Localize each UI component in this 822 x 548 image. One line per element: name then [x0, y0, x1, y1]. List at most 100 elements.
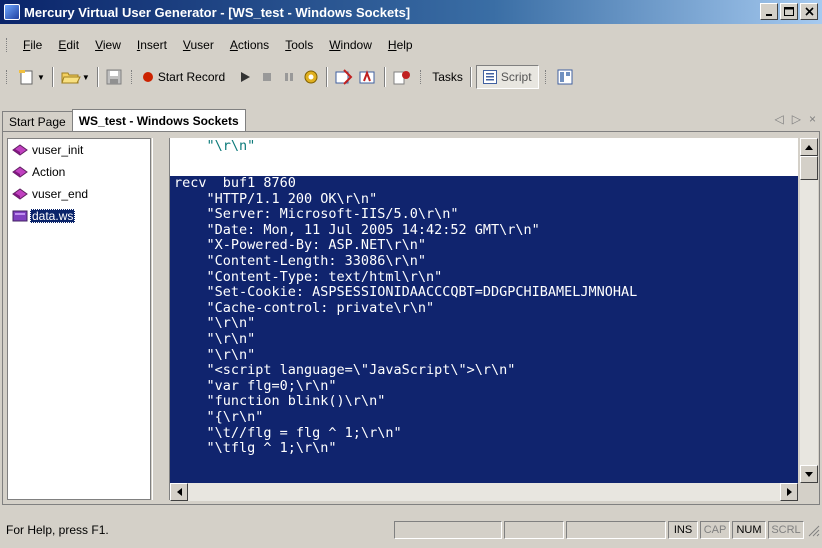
- tab-next-icon[interactable]: ▷: [792, 112, 801, 126]
- code-line: "var flg=0;\r\n": [174, 377, 337, 394]
- code-line: "Date: Mon, 11 Jul 2005 14:42:52 GMT\r\n…: [174, 221, 540, 238]
- toolbar-separator: [469, 67, 472, 87]
- help-button[interactable]: [390, 65, 414, 89]
- play-icon: [241, 72, 251, 82]
- menu-file[interactable]: File: [15, 35, 50, 55]
- menu-window[interactable]: Window: [321, 35, 380, 55]
- data-file-icon: [12, 210, 28, 222]
- code-line: "Content-Length: 33086\r\n": [174, 252, 426, 269]
- status-help-text: For Help, press F1.: [6, 523, 109, 537]
- code-line: "Set-Cookie: ASPSESSIONIDAACCCQBT=DDGPCH…: [174, 284, 638, 301]
- tab-prev-icon[interactable]: ◁: [775, 112, 784, 126]
- code-line: "\t//flg = flg ^ 1;\r\n": [174, 424, 402, 441]
- run-step-button[interactable]: [332, 65, 356, 89]
- arrow-up-icon: [805, 144, 813, 150]
- resize-grip-icon[interactable]: [806, 523, 820, 537]
- tasks-label: Tasks: [432, 70, 463, 84]
- code-line: "\r\n": [174, 330, 256, 347]
- minimize-icon: [766, 13, 772, 16]
- code-line: "\tflg ^ 1;\r\n": [174, 440, 337, 457]
- num-indicator: NUM: [732, 521, 766, 539]
- script-label: Script: [500, 70, 532, 84]
- play-button[interactable]: [234, 65, 256, 89]
- compile-button[interactable]: [356, 65, 380, 89]
- pause-button[interactable]: [278, 65, 300, 89]
- maximize-button[interactable]: [780, 3, 798, 20]
- tab-start-page[interactable]: Start Page: [2, 111, 73, 131]
- stop-icon: [263, 73, 272, 81]
- menubar-grip[interactable]: [6, 38, 9, 52]
- tab-ws-test[interactable]: WS_test - Windows Sockets: [71, 109, 246, 131]
- settings-button[interactable]: [300, 65, 322, 89]
- status-bar: For Help, press F1. INS CAP NUM SCRL: [0, 518, 822, 542]
- status-panel: [566, 521, 666, 539]
- tree-item-action[interactable]: Action: [8, 161, 150, 183]
- stop-button[interactable]: [256, 65, 278, 89]
- script-view-button[interactable]: Script: [475, 65, 539, 89]
- code-line: "{\r\n": [174, 408, 264, 425]
- toolbar-grip[interactable]: [544, 70, 548, 84]
- save-icon: [106, 69, 122, 85]
- window-title: Mercury Virtual User Generator - [WS_tes…: [24, 4, 411, 20]
- code-line: "HTTP/1.1 200 OK\r\n": [174, 190, 378, 207]
- window-controls: [760, 3, 818, 20]
- tree-item-label: vuser_end: [32, 187, 89, 201]
- tree-item-vuser-end[interactable]: vuser_end: [8, 183, 150, 205]
- action-icon: [12, 144, 28, 156]
- arrow-left-icon: [176, 488, 182, 496]
- horizontal-scrollbar[interactable]: [170, 483, 798, 501]
- open-button[interactable]: ▼: [58, 65, 93, 89]
- code-line: "\r\n": [174, 315, 256, 332]
- toolbar-grip[interactable]: [130, 70, 134, 84]
- menu-actions[interactable]: Actions: [222, 35, 277, 55]
- layout-icon: [557, 69, 573, 85]
- ins-indicator: INS: [668, 521, 698, 539]
- code-line: "\r\n": [174, 138, 256, 154]
- vertical-scrollbar[interactable]: [800, 138, 818, 483]
- toolbar-separator: [51, 67, 54, 87]
- pane-splitter[interactable]: [152, 138, 170, 500]
- record-icon: [142, 72, 153, 82]
- code-line: "function blink()\r\n": [174, 393, 386, 410]
- layout-button[interactable]: [554, 65, 576, 89]
- tasks-button[interactable]: Tasks: [429, 65, 466, 89]
- start-record-button[interactable]: Start Record: [140, 65, 228, 89]
- code-line: "<script language=\"JavaScript\">\r\n": [174, 362, 516, 379]
- scroll-right-button[interactable]: [780, 483, 798, 501]
- menu-tools[interactable]: Tools: [277, 35, 321, 55]
- save-button[interactable]: [103, 65, 125, 89]
- chevron-down-icon[interactable]: ▼: [82, 73, 90, 82]
- minimize-button[interactable]: [760, 3, 778, 20]
- tree-item-label: Action: [32, 165, 66, 179]
- scroll-left-button[interactable]: [170, 483, 188, 501]
- action-tree: vuser_init Action vuser_end data.ws: [7, 138, 151, 500]
- vertical-scroll-thumb[interactable]: [800, 156, 818, 180]
- toolbar-grip[interactable]: [420, 70, 423, 84]
- start-record-label: Start Record: [157, 70, 226, 84]
- toolbar-separator: [384, 67, 387, 87]
- main-toolbar: ▼ ▼ Start Record Tasks Script: [0, 62, 822, 92]
- close-icon: [804, 7, 814, 16]
- close-button[interactable]: [800, 3, 818, 20]
- toolbar-grip[interactable]: [6, 70, 9, 84]
- new-button[interactable]: ▼: [15, 65, 48, 89]
- maximize-icon: [784, 7, 794, 16]
- menu-edit[interactable]: Edit: [50, 35, 87, 55]
- tab-close-icon[interactable]: ×: [809, 112, 816, 126]
- chevron-down-icon[interactable]: ▼: [37, 73, 45, 82]
- scroll-down-button[interactable]: [800, 465, 818, 483]
- vugen-app-icon[interactable]: [4, 4, 20, 20]
- compile-icon: [359, 70, 375, 84]
- tree-item-vuser-init[interactable]: vuser_init: [8, 139, 150, 161]
- menu-insert[interactable]: Insert: [129, 35, 175, 55]
- menu-vuser[interactable]: Vuser: [175, 35, 222, 55]
- scroll-up-button[interactable]: [800, 138, 818, 156]
- scrl-indicator: SCRL: [768, 521, 804, 539]
- tree-item-data-ws[interactable]: data.ws: [8, 205, 150, 227]
- menu-view[interactable]: View: [87, 35, 129, 55]
- menu-help[interactable]: Help: [380, 35, 421, 55]
- code-line: "Cache-control: private\r\n": [174, 299, 435, 316]
- tree-item-label: vuser_init: [32, 143, 84, 157]
- status-panel: [394, 521, 502, 539]
- script-editor[interactable]: "\r\n" recv buf1 8760 "HTTP/1.1 200 OK\r…: [170, 138, 798, 483]
